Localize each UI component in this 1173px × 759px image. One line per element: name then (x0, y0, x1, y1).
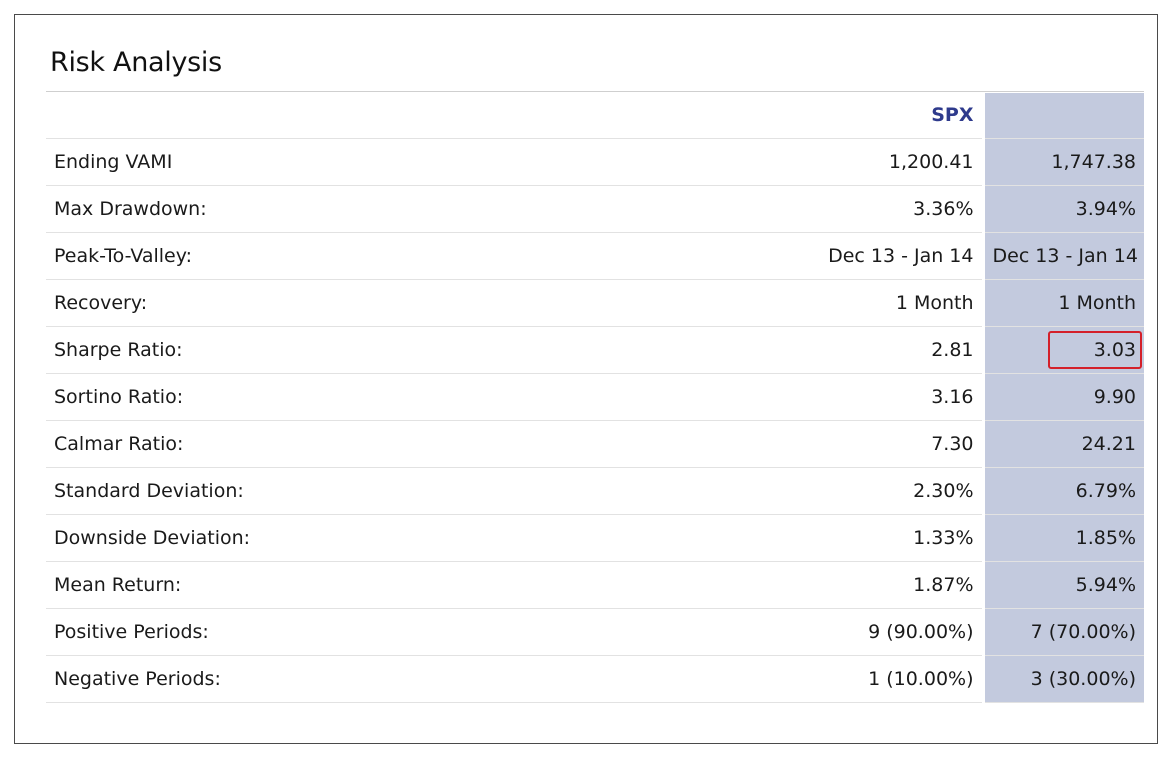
fund-value: 5.94% (981, 561, 1144, 609)
table-row: Downside Deviation: 1.33% 1.85% (46, 514, 1144, 562)
metric-label: Max Drawdown: (46, 185, 706, 233)
title-divider (46, 91, 1144, 92)
metric-label: Negative Periods: (46, 655, 706, 703)
fund-value: 6.79% (981, 467, 1144, 515)
column-header-fund (981, 93, 1144, 139)
fund-value: 1.85% (981, 514, 1144, 562)
spx-value: 9 (90.00%) (706, 608, 983, 656)
spx-value: 2.30% (706, 467, 983, 515)
metric-label: Peak-To-Valley: (46, 232, 706, 280)
metric-label: Sharpe Ratio: (46, 326, 706, 374)
fund-value: 7 (70.00%) (981, 608, 1144, 656)
metric-label: Calmar Ratio: (46, 420, 706, 468)
table-row: Positive Periods: 9 (90.00%) 7 (70.00%) (46, 608, 1144, 656)
fund-value: 3 (30.00%) (981, 655, 1144, 703)
table-row: Standard Deviation: 2.30% 6.79% (46, 467, 1144, 515)
table-row: Sharpe Ratio: 2.81 3.03 (46, 326, 1144, 374)
spx-value: 1 Month (706, 279, 983, 327)
spx-value: 1,200.41 (706, 138, 983, 186)
table-header-row: SPX (46, 93, 1144, 139)
spx-value: 1.87% (706, 561, 983, 609)
spx-value: 7.30 (706, 420, 983, 468)
spx-value: 1 (10.00%) (706, 655, 983, 703)
metric-label: Ending VAMI (46, 138, 706, 186)
spx-value: 2.81 (706, 326, 983, 374)
fund-value: 1 Month (981, 279, 1144, 327)
spx-value: 3.36% (706, 185, 983, 233)
fund-value-cell: 3.03 (981, 326, 1144, 374)
table-row: Max Drawdown: 3.36% 3.94% (46, 185, 1144, 233)
table-row: Peak-To-Valley: Dec 13 - Jan 14 Dec 13 - J… (46, 232, 1144, 280)
metric-label: Positive Periods: (46, 608, 706, 656)
fund-value: 24.21 (981, 420, 1144, 468)
spx-value: 3.16 (706, 373, 983, 421)
spx-value: Dec 13 - Jan 14 (706, 232, 983, 280)
table-row: Negative Periods: 1 (10.00%) 3 (30.00%) (46, 655, 1144, 703)
table-row: Mean Return: 1.87% 5.94% (46, 561, 1144, 609)
spx-value: 1.33% (706, 514, 983, 562)
header-label-cell (46, 93, 706, 139)
table-row: Ending VAMI 1,200.41 1,747.38 (46, 138, 1144, 186)
metric-label: Standard Deviation: (46, 467, 706, 515)
panel-title: Risk Analysis (50, 47, 222, 78)
metric-label: Downside Deviation: (46, 514, 706, 562)
column-header-spx: SPX (706, 93, 983, 139)
table-row: Calmar Ratio: 7.30 24.21 (46, 420, 1144, 468)
metric-label: Sortino Ratio: (46, 373, 706, 421)
fund-value: 1,747.38 (981, 138, 1144, 186)
fund-value: 9.90 (981, 373, 1144, 421)
highlighted-fund-value: 3.03 (1047, 330, 1142, 369)
metric-label: Mean Return: (46, 561, 706, 609)
fund-value: Dec 13 - Jan 14 (981, 232, 1144, 280)
table-row: Recovery: 1 Month 1 Month (46, 279, 1144, 327)
table-row: Sortino Ratio: 3.16 9.90 (46, 373, 1144, 421)
metric-label: Recovery: (46, 279, 706, 327)
risk-analysis-table: SPX Ending VAMI 1,200.41 1,747.38 Max Drawd… (46, 93, 1144, 703)
fund-value: 3.94% (981, 185, 1144, 233)
